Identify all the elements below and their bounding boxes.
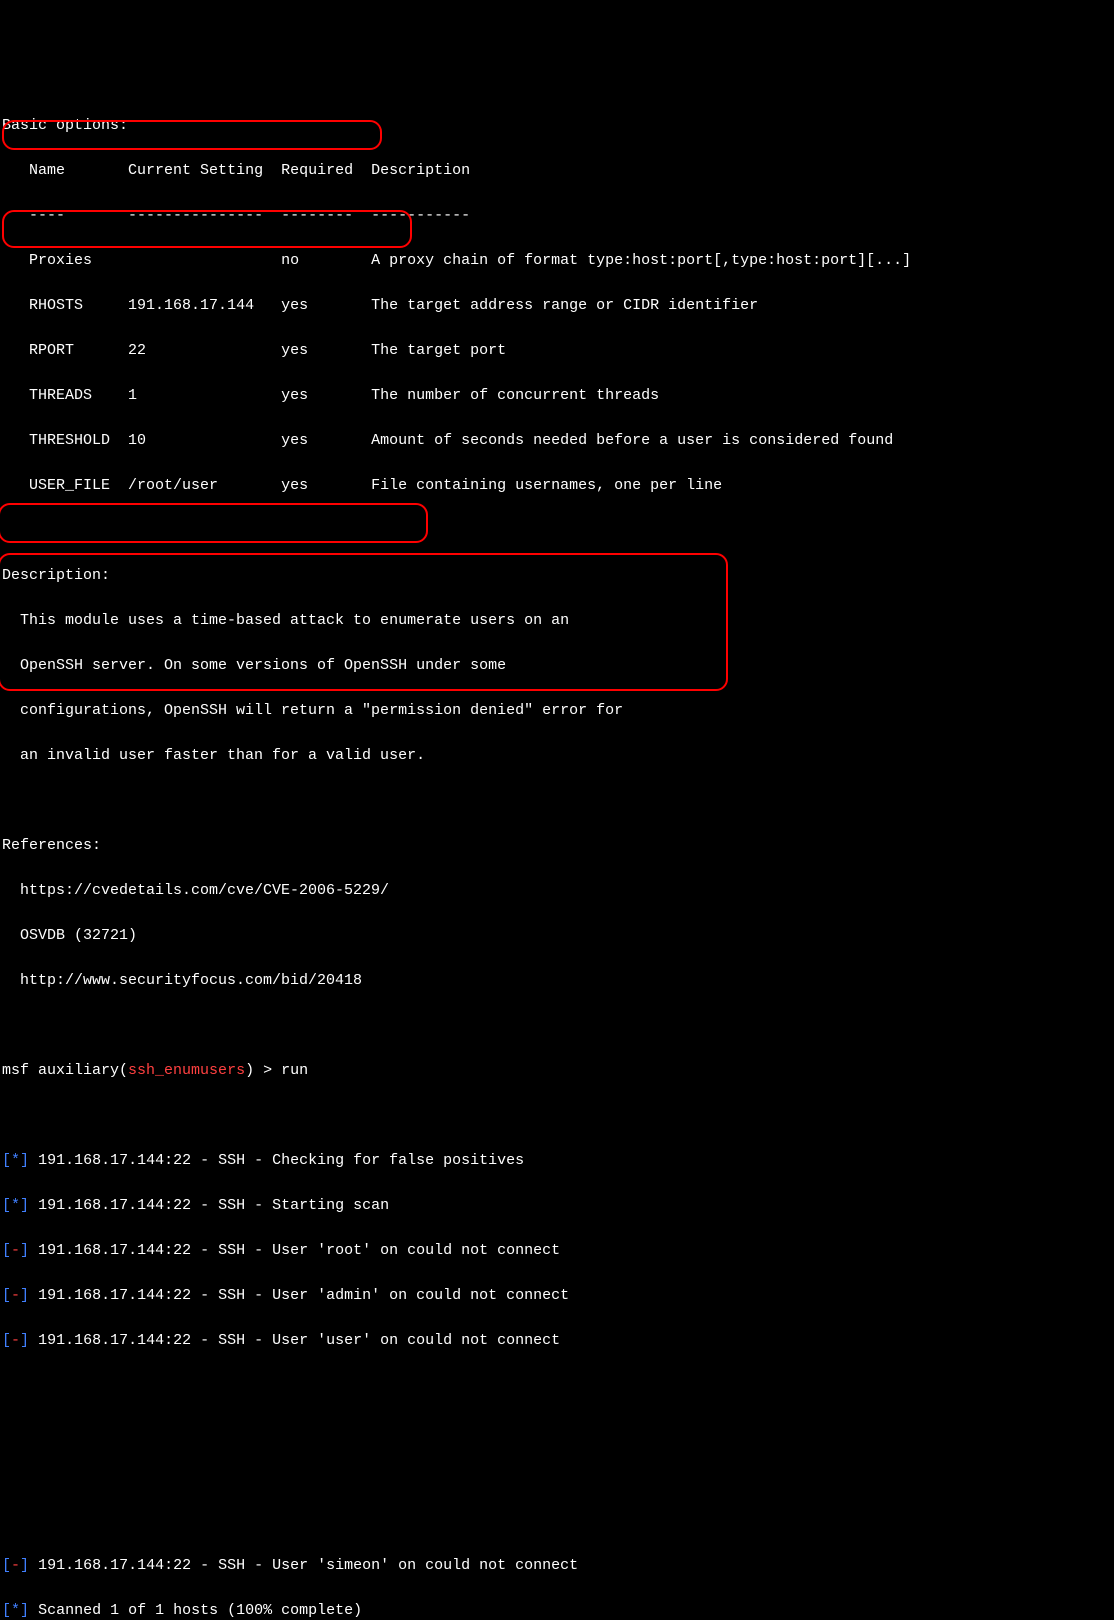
blank-line [2,520,1112,543]
blank-line [2,1420,1112,1443]
scan-result: [-] 191.168.17.144:22 - SSH - User 'root… [2,1240,1112,1263]
blank-line [2,1465,1112,1488]
scan-result: [*] 191.168.17.144:22 - SSH - Checking f… [2,1150,1112,1173]
option-row: USER_FILE /root/user yes File containing… [2,475,1112,498]
scan-result: [-] 191.168.17.144:22 - SSH - User 'user… [2,1330,1112,1353]
msf-prompt[interactable]: msf auxiliary(ssh_enumusers) > run [2,1060,1112,1083]
final-result: [-] 191.168.17.144:22 - SSH - User 'sime… [2,1555,1112,1578]
blank-line [2,1510,1112,1533]
reference-link: http://www.securityfocus.com/bid/20418 [2,970,1112,993]
column-dashes: ---- --------------- -------- ----------… [2,205,1112,228]
description-line: OpenSSH server. On some versions of Open… [2,655,1112,678]
reference-link: https://cvedetails.com/cve/CVE-2006-5229… [2,880,1112,903]
option-row: RPORT 22 yes The target port [2,340,1112,363]
option-row: THREADS 1 yes The number of concurrent t… [2,385,1112,408]
options-header: Basic options: [2,115,1112,138]
blank-line [2,790,1112,813]
scan-result: [-] 191.168.17.144:22 - SSH - User 'admi… [2,1285,1112,1308]
reference-link: OSVDB (32721) [2,925,1112,948]
description-line: This module uses a time-based attack to … [2,610,1112,633]
description-line: an invalid user faster than for a valid … [2,745,1112,768]
description-header: Description: [2,565,1112,588]
blank-line [2,1105,1112,1128]
description-line: configurations, OpenSSH will return a "p… [2,700,1112,723]
blank-line [2,1015,1112,1038]
blank-line [2,1375,1112,1398]
option-row: Proxies no A proxy chain of format type:… [2,250,1112,273]
column-headers: Name Current Setting Required Descriptio… [2,160,1112,183]
option-row: THRESHOLD 10 yes Amount of seconds neede… [2,430,1112,453]
option-row: RHOSTS 191.168.17.144 yes The target add… [2,295,1112,318]
references-header: References: [2,835,1112,858]
scan-result: [*] 191.168.17.144:22 - SSH - Starting s… [2,1195,1112,1218]
final-result: [*] Scanned 1 of 1 hosts (100% complete) [2,1600,1112,1620]
